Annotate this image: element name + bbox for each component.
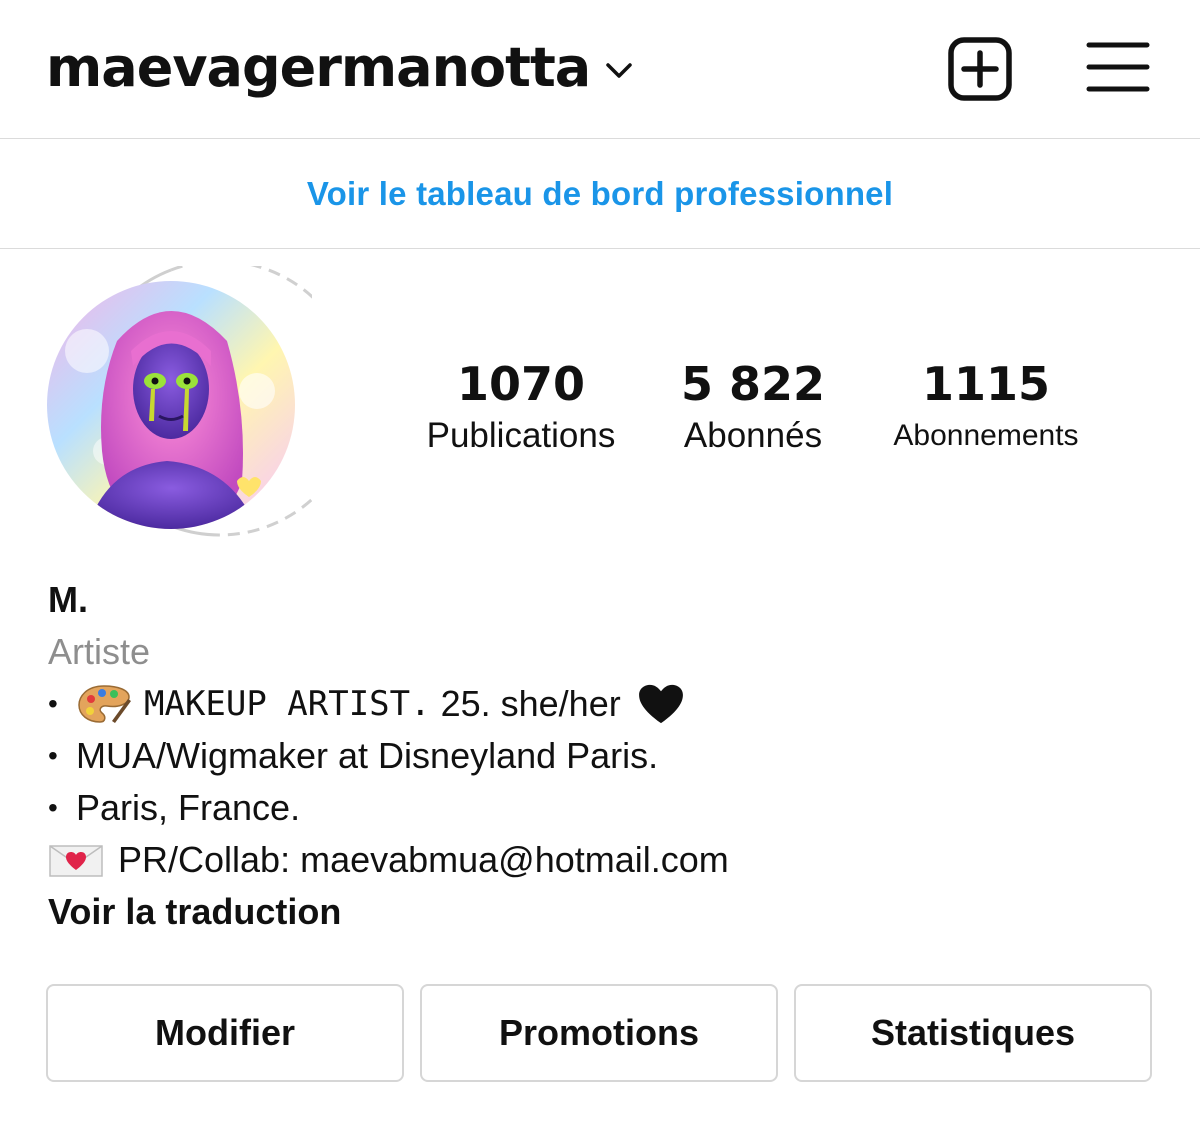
- stat-label: Abonnés: [683, 416, 823, 455]
- bio-text: Paris, France.: [76, 787, 301, 828]
- stat-value: 5 822: [680, 357, 826, 411]
- bio-text: 25. she/her: [440, 683, 621, 724]
- artist-palette-icon: [78, 685, 131, 723]
- bullet: •: [48, 792, 58, 823]
- bio-line-4: PR/Collab: maevabmua@hotmail.com: [48, 834, 1158, 886]
- chevron-down-icon[interactable]: [602, 53, 636, 87]
- stat-label: Publications: [426, 416, 616, 455]
- hamburger-menu-icon[interactable]: [1086, 40, 1150, 94]
- bio-line-3: • Paris, France.: [48, 782, 1158, 834]
- promotions-button[interactable]: Promotions: [420, 984, 778, 1082]
- stat-followers[interactable]: 5 822 Abonnés: [660, 355, 846, 459]
- account-switcher[interactable]: maevagermanotta: [46, 32, 636, 104]
- bullet: •: [48, 688, 58, 719]
- love-letter-icon: [49, 845, 103, 877]
- professional-dashboard-bar: Voir le tableau de bord professionnel: [0, 139, 1200, 249]
- category-label: Artiste: [48, 631, 151, 672]
- profile-header: maevagermanotta: [0, 0, 1200, 139]
- profile-bio: M. Artiste • MAKEUP ARTIST. 25. she/her …: [48, 574, 1158, 938]
- black-heart-icon: [638, 684, 683, 724]
- edit-profile-button[interactable]: Modifier: [46, 984, 404, 1082]
- bio-text: [431, 678, 441, 730]
- profile-username[interactable]: maevagermanotta: [46, 32, 591, 104]
- stat-value: 1070: [456, 357, 586, 411]
- professional-dashboard-link[interactable]: Voir le tableau de bord professionnel: [307, 175, 893, 213]
- profile-avatar[interactable]: [47, 281, 295, 529]
- bio-highlight-text: MAKEUP ARTIST.: [144, 684, 431, 724]
- bio-line-2: • MUA/Wigmaker at Disneyland Paris.: [48, 730, 1158, 782]
- bullet: •: [48, 740, 58, 771]
- stat-label: Abonnements: [893, 419, 1079, 452]
- bio-text: MUA/Wigmaker at Disneyland Paris.: [76, 735, 659, 776]
- bio-line-1: • MAKEUP ARTIST. 25. she/her: [48, 678, 1158, 730]
- stat-value: 1115: [921, 357, 1051, 411]
- avatar-image: [47, 281, 295, 529]
- stat-publications[interactable]: 1070 Publications: [412, 355, 630, 459]
- insights-button[interactable]: Statistiques: [794, 984, 1152, 1082]
- see-translation-link[interactable]: Voir la traduction: [48, 886, 1158, 938]
- plus-square-icon[interactable]: [947, 36, 1013, 102]
- display-name: M.: [48, 579, 88, 620]
- contact-email[interactable]: PR/Collab: maevabmua@hotmail.com: [118, 834, 729, 886]
- stat-following[interactable]: 1115 Abonnements: [876, 355, 1096, 459]
